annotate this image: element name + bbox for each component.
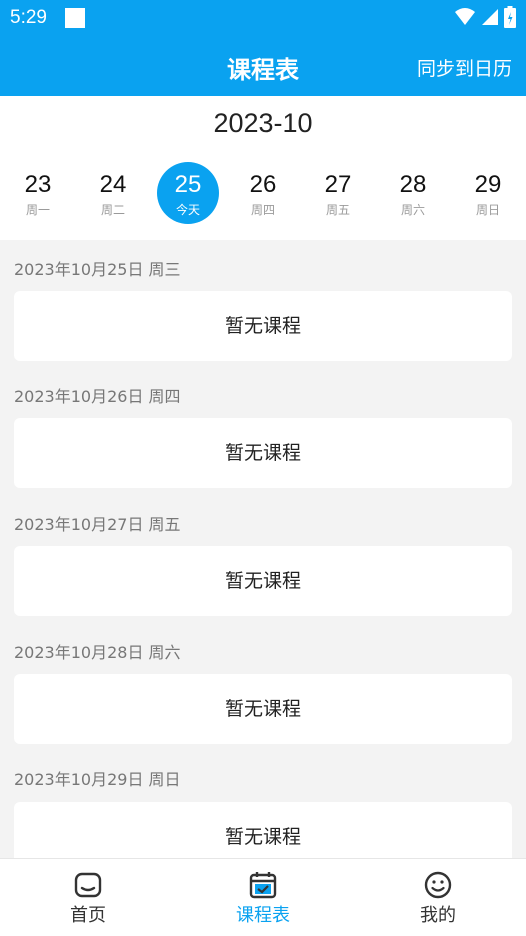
month-title[interactable]: 2023-10 — [0, 108, 526, 139]
day-24[interactable]: 24 周二 — [82, 162, 144, 224]
day-number: 25 — [174, 171, 202, 198]
day-number: 27 — [324, 171, 352, 198]
day-number: 29 — [474, 171, 502, 198]
day-number: 23 — [24, 171, 52, 198]
empty-course-card: 暂无课程 — [14, 546, 512, 616]
status-time: 5:29 — [10, 7, 47, 28]
schedule-list[interactable]: 2023年10月25日 周三 暂无课程 2023年10月26日 周四 暂无课程 … — [0, 240, 526, 858]
day-label: 今天 — [175, 203, 200, 217]
date-header: 2023年10月26日 周四 — [14, 387, 181, 406]
day-number: 28 — [399, 171, 427, 198]
sync-calendar-button[interactable]: 同步到日历 — [417, 54, 512, 81]
calendar-header: 2023-10 23 周一 24 周二 25 今天 26 周四 27 周五 28… — [0, 96, 526, 240]
empty-course-card: 暂无课程 — [14, 418, 512, 488]
tab-label: 首页 — [70, 905, 106, 926]
day-number: 26 — [249, 171, 277, 198]
day-29[interactable]: 29 周日 — [457, 162, 519, 224]
date-header: 2023年10月29日 周日 — [14, 770, 181, 789]
day-28[interactable]: 28 周六 — [382, 162, 444, 224]
battery-icon — [504, 6, 516, 28]
tab-mine[interactable]: 我的 — [378, 871, 498, 927]
day-label: 周五 — [325, 203, 350, 217]
day-label: 周日 — [475, 203, 500, 217]
date-header: 2023年10月28日 周六 — [14, 643, 181, 662]
empty-course-card: 暂无课程 — [14, 802, 512, 858]
tab-label: 课程表 — [236, 905, 290, 926]
bottom-tab-bar: 首页 课程表 我的 — [0, 858, 526, 936]
day-23[interactable]: 23 周一 — [7, 162, 69, 224]
day-label: 周一 — [25, 203, 50, 217]
notification-icon — [65, 8, 85, 28]
day-26[interactable]: 26 周四 — [232, 162, 294, 224]
status-bar: 5:29 — [0, 0, 526, 36]
calendar-check-icon — [249, 872, 277, 899]
week-strip: 23 周一 24 周二 25 今天 26 周四 27 周五 28 周六 29 周… — [0, 162, 526, 226]
day-27[interactable]: 27 周五 — [307, 162, 369, 224]
tab-schedule[interactable]: 课程表 — [203, 871, 323, 927]
date-header: 2023年10月25日 周三 — [14, 260, 181, 279]
tab-label: 我的 — [420, 905, 456, 926]
empty-course-card: 暂无课程 — [14, 291, 512, 361]
home-icon — [74, 872, 102, 898]
day-label: 周六 — [400, 203, 425, 217]
day-label: 周四 — [250, 203, 275, 217]
empty-course-card: 暂无课程 — [14, 674, 512, 744]
day-25-today[interactable]: 25 今天 — [157, 162, 219, 224]
day-label: 周二 — [100, 203, 125, 217]
wifi-icon — [455, 8, 475, 25]
signal-icon — [482, 9, 498, 25]
smiley-icon — [424, 871, 452, 899]
day-number: 24 — [99, 171, 127, 198]
tab-home[interactable]: 首页 — [28, 871, 148, 927]
date-header: 2023年10月27日 周五 — [14, 515, 181, 534]
app-bar: 课程表 同步到日历 — [0, 36, 526, 96]
